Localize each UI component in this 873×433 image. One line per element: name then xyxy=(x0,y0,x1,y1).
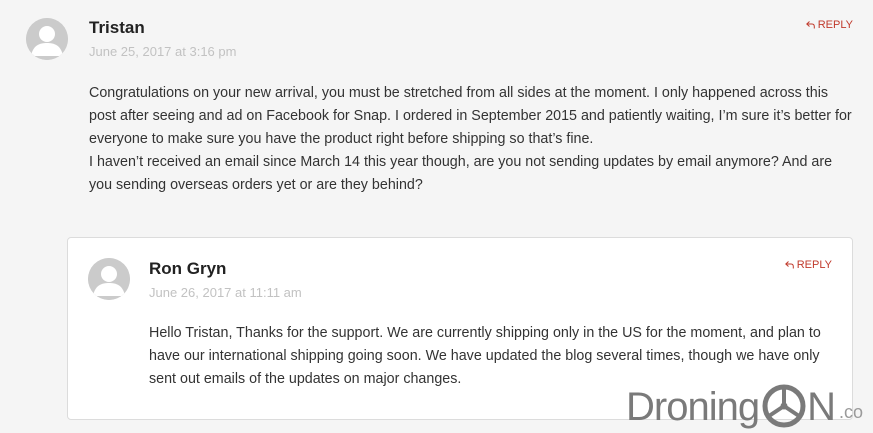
avatar xyxy=(88,258,130,300)
reply-label: REPLY xyxy=(817,19,853,31)
reply-body: Hello Tristan, Thanks for the support. W… xyxy=(149,322,839,391)
droningon-watermark: Droning N .co xyxy=(626,383,863,429)
reply-button[interactable]: REPLY xyxy=(805,19,853,31)
watermark-text: N xyxy=(807,385,836,429)
drone-logo-icon xyxy=(762,384,806,428)
comment-paragraph: Congratulations on your new arrival, you… xyxy=(89,85,852,147)
comment-paragraph: I haven’t received an email since March … xyxy=(89,154,833,193)
comment-body: Congratulations on your new arrival, you… xyxy=(89,82,859,197)
comment-author[interactable]: Tristan xyxy=(89,18,145,38)
reply-arrow-icon xyxy=(784,261,794,269)
reply-arrow-icon xyxy=(805,21,815,29)
reply-author[interactable]: Ron Gryn xyxy=(149,259,226,279)
watermark-suffix: .co xyxy=(838,402,863,422)
comment-date[interactable]: June 25, 2017 at 3:16 pm xyxy=(89,44,236,59)
reply-button[interactable]: REPLY xyxy=(784,259,832,271)
reply-label: REPLY xyxy=(796,259,832,271)
user-silhouette-icon xyxy=(88,258,130,300)
reply-date[interactable]: June 26, 2017 at 11:11 am xyxy=(149,285,302,300)
reply-paragraph: Hello Tristan, Thanks for the support. W… xyxy=(149,325,821,387)
watermark-text: Droning xyxy=(626,385,760,429)
user-silhouette-icon xyxy=(26,18,68,60)
avatar xyxy=(26,18,68,60)
